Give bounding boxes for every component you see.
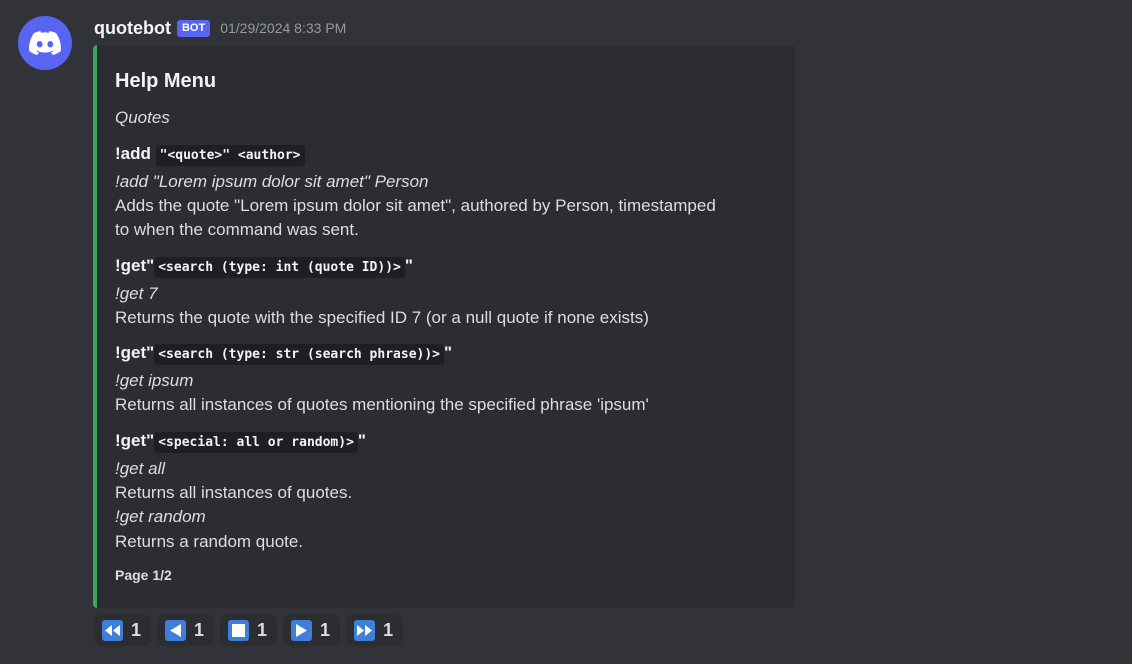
command-description: Returns the quote with the specified ID … [115, 308, 649, 327]
bot-tag: BOT [176, 19, 211, 37]
command-args: "<quote>" <author> [155, 145, 305, 166]
rewind-icon [102, 619, 123, 641]
command-example: !get ipsum [115, 371, 194, 390]
stop-icon [228, 619, 250, 641]
command-name: !add [115, 144, 151, 163]
message-timestamp[interactable]: 01/29/2024 8:33 PM [220, 20, 346, 36]
command-syntax: !get" <special: all or random)> " [115, 429, 366, 455]
next-icon [291, 619, 313, 641]
reaction-count: 1 [383, 619, 394, 640]
message-header: quotebot BOT 01/29/2024 8:33 PM [94, 17, 346, 39]
command-syntax: !get" <search (type: int (quote ID))> " [115, 254, 413, 280]
reaction-stop[interactable]: 1 [220, 614, 278, 646]
command-name: !get [115, 431, 147, 450]
avatar[interactable] [18, 16, 72, 70]
reaction-count: 1 [257, 619, 268, 640]
reaction-count: 1 [320, 619, 331, 640]
command-args: <search (type: str (search phrase))> [154, 344, 444, 365]
command-name: !get [115, 343, 147, 362]
quote-mark: " [357, 431, 366, 450]
quote-mark: " [404, 256, 413, 275]
command-description: Returns all instances of quotes. [115, 483, 353, 502]
previous-icon [165, 619, 187, 641]
reaction-next[interactable]: 1 [283, 614, 341, 646]
command-example: !get random [115, 507, 206, 526]
reaction-rewind[interactable]: 1 [94, 614, 152, 646]
command-description: to when the command was sent. [115, 220, 359, 239]
chat-message: quotebot BOT 01/29/2024 8:33 PM Help Men… [0, 0, 1132, 664]
command-name: !get [115, 256, 147, 275]
section-label: Quotes [115, 108, 170, 127]
reactions-bar: 1 1 1 1 1 [94, 614, 404, 646]
embed-footer: Page 1/2 [115, 567, 172, 583]
command-syntax: !add "<quote>" <author> [115, 142, 305, 168]
reaction-previous[interactable]: 1 [157, 614, 215, 646]
command-description: Returns a random quote. [115, 532, 304, 551]
embed: Help Menu Quotes !add "<quote>" <author>… [93, 45, 795, 608]
reaction-count: 1 [131, 619, 142, 640]
command-example: !get 7 [115, 284, 158, 303]
fast-forward-icon [354, 619, 376, 641]
command-args: <special: all or random)> [154, 432, 358, 453]
discord-logo-icon [29, 31, 61, 55]
username[interactable]: quotebot [94, 18, 171, 39]
command-syntax: !get " <search (type: str (search phrase))… [115, 341, 452, 367]
embed-title: Help Menu [115, 70, 217, 92]
command-args: <search (type: int (quote ID))> [154, 257, 405, 278]
command-example: !add "Lorem ipsum dolor sit amet" Person [115, 172, 429, 191]
quote-mark: " [444, 343, 453, 362]
command-description: Adds the quote "Lorem ipsum dolor sit am… [115, 196, 716, 215]
command-description: Returns all instances of quotes mentioni… [115, 395, 649, 414]
reaction-count: 1 [194, 619, 205, 640]
reaction-fast-forward[interactable]: 1 [346, 614, 404, 646]
command-example: !get all [115, 459, 166, 478]
